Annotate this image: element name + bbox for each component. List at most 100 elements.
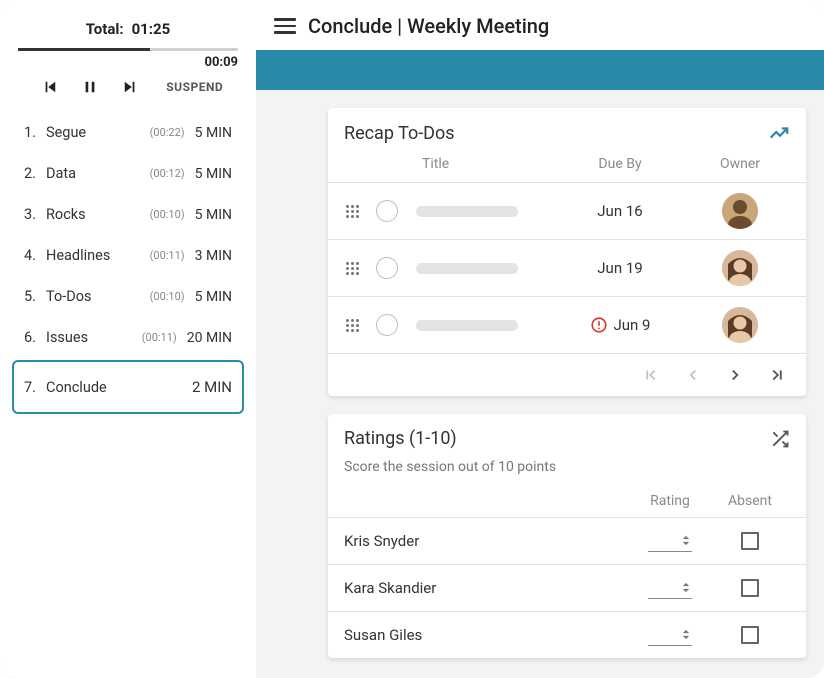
absent-checkbox[interactable] bbox=[741, 579, 759, 597]
progress-bar[interactable] bbox=[18, 48, 238, 51]
agenda-label: Rocks bbox=[46, 206, 150, 223]
page-last-icon[interactable] bbox=[768, 366, 786, 384]
progress-fill bbox=[18, 48, 150, 51]
agenda-list: 1.Segue(00:22)5 MIN2.Data(00:12)5 MIN3.R… bbox=[4, 112, 252, 414]
rating-stepper[interactable] bbox=[648, 624, 692, 646]
overdue-icon bbox=[590, 316, 608, 334]
rating-row: Susan Giles bbox=[328, 611, 806, 658]
agenda-sidebar: Total: 01:25 00:09 SUSPEND 1.Segue(00:22… bbox=[0, 0, 256, 678]
todo-row: Jun 16 bbox=[328, 182, 806, 239]
agenda-time: (00:11) bbox=[142, 331, 177, 344]
todo-row: Jun 19 bbox=[328, 239, 806, 296]
owner-avatar[interactable] bbox=[722, 250, 758, 286]
agenda-label: Data bbox=[46, 165, 150, 182]
todo-due: Jun 16 bbox=[550, 202, 690, 220]
agenda-item-issues[interactable]: 6.Issues(00:11) 20 MIN bbox=[12, 317, 244, 358]
todo-checkbox[interactable] bbox=[376, 314, 398, 336]
todo-title-placeholder bbox=[416, 206, 518, 217]
agenda-num: 5. bbox=[24, 288, 46, 305]
todo-title-placeholder bbox=[416, 263, 518, 274]
agenda-num: 7. bbox=[24, 379, 46, 396]
topbar: Conclude | Weekly Meeting bbox=[256, 0, 824, 50]
recap-title: Recap To-Dos bbox=[344, 123, 455, 144]
col-absent: Absent bbox=[710, 493, 790, 509]
owner-avatar[interactable] bbox=[722, 307, 758, 343]
rating-row: Kara Skandier bbox=[328, 564, 806, 611]
drag-handle-icon[interactable] bbox=[346, 262, 359, 275]
agenda-item-conclude[interactable]: 7.Conclude2 MIN bbox=[12, 360, 244, 414]
total-label: Total: bbox=[86, 20, 124, 38]
agenda-duration: 5 MIN bbox=[195, 125, 232, 141]
trend-icon[interactable] bbox=[768, 122, 790, 144]
agenda-label: To-Dos bbox=[46, 288, 150, 305]
agenda-num: 6. bbox=[24, 329, 46, 346]
agenda-label: Headlines bbox=[46, 247, 150, 264]
absent-checkbox[interactable] bbox=[741, 532, 759, 550]
agenda-duration: 5 MIN bbox=[195, 207, 232, 223]
absent-checkbox[interactable] bbox=[741, 626, 759, 644]
page-first-icon[interactable] bbox=[642, 366, 660, 384]
todo-due: Jun 9 bbox=[550, 316, 690, 334]
accent-bar bbox=[256, 50, 824, 90]
agenda-num: 2. bbox=[24, 165, 46, 182]
elapsed-time: 00:09 bbox=[18, 55, 238, 70]
ratings-subtitle: Score the session out of 10 points bbox=[328, 459, 806, 483]
todo-due: Jun 19 bbox=[550, 259, 690, 277]
todo-checkbox[interactable] bbox=[376, 257, 398, 279]
main-area: Conclude | Weekly Meeting Recap To-Dos T… bbox=[256, 0, 824, 678]
col-owner: Owner bbox=[690, 156, 790, 172]
page-title: Conclude | Weekly Meeting bbox=[308, 14, 549, 38]
agenda-duration: 5 MIN bbox=[195, 289, 232, 305]
rating-name: Kara Skandier bbox=[344, 579, 630, 597]
todo-rows: Jun 16 Jun 19 Jun 9 bbox=[328, 182, 806, 353]
agenda-duration: 20 MIN bbox=[187, 330, 232, 346]
agenda-duration: 3 MIN bbox=[195, 248, 232, 264]
rating-name: Kris Snyder bbox=[344, 532, 630, 550]
hamburger-icon[interactable] bbox=[274, 18, 296, 34]
drag-handle-icon[interactable] bbox=[346, 319, 359, 332]
suspend-button[interactable]: SUSPEND bbox=[166, 80, 223, 94]
col-rating: Rating bbox=[630, 493, 710, 509]
recap-todos-card: Recap To-Dos Title Due By Owner Jun 16Ju… bbox=[328, 108, 806, 396]
next-icon[interactable] bbox=[123, 80, 137, 94]
agenda-num: 1. bbox=[24, 124, 46, 141]
agenda-item-headlines[interactable]: 4.Headlines(00:11) 3 MIN bbox=[12, 235, 244, 276]
ratings-card: Ratings (1-10) Score the session out of … bbox=[328, 414, 806, 658]
page-next-icon[interactable] bbox=[726, 366, 744, 384]
agenda-num: 3. bbox=[24, 206, 46, 223]
agenda-item-to-dos[interactable]: 5.To-Dos(00:10) 5 MIN bbox=[12, 276, 244, 317]
prev-icon[interactable] bbox=[43, 80, 57, 94]
todo-checkbox[interactable] bbox=[376, 200, 398, 222]
agenda-item-rocks[interactable]: 3.Rocks(00:10) 5 MIN bbox=[12, 194, 244, 235]
ratings-title: Ratings (1-10) bbox=[344, 428, 457, 449]
total-value: 01:25 bbox=[132, 20, 171, 38]
owner-avatar[interactable] bbox=[722, 193, 758, 229]
agenda-num: 4. bbox=[24, 247, 46, 264]
rating-row: Kris Snyder bbox=[328, 517, 806, 564]
agenda-item-data[interactable]: 2.Data(00:12) 5 MIN bbox=[12, 153, 244, 194]
agenda-label: Segue bbox=[46, 124, 150, 141]
col-title: Title bbox=[404, 156, 550, 172]
agenda-label: Issues bbox=[46, 329, 142, 346]
agenda-item-segue[interactable]: 1.Segue(00:22) 5 MIN bbox=[12, 112, 244, 153]
agenda-time: (00:10) bbox=[150, 290, 185, 303]
todo-title-placeholder bbox=[416, 320, 518, 331]
rating-name: Susan Giles bbox=[344, 626, 630, 644]
col-due: Due By bbox=[550, 156, 690, 172]
agenda-duration: 2 MIN bbox=[192, 378, 232, 396]
agenda-time: (00:11) bbox=[150, 249, 185, 262]
agenda-duration: 5 MIN bbox=[195, 166, 232, 182]
agenda-time: (00:12) bbox=[150, 167, 185, 180]
total-time-row: Total: 01:25 bbox=[4, 6, 252, 48]
rating-stepper[interactable] bbox=[648, 577, 692, 599]
page-prev-icon[interactable] bbox=[684, 366, 702, 384]
agenda-time: (00:22) bbox=[150, 126, 185, 139]
agenda-time: (00:10) bbox=[150, 208, 185, 221]
pagination bbox=[328, 353, 806, 396]
pause-icon[interactable] bbox=[83, 80, 97, 94]
shuffle-icon[interactable] bbox=[770, 429, 790, 449]
todo-row: Jun 9 bbox=[328, 296, 806, 353]
agenda-label: Conclude bbox=[46, 379, 192, 396]
rating-stepper[interactable] bbox=[648, 530, 692, 552]
drag-handle-icon[interactable] bbox=[346, 205, 359, 218]
